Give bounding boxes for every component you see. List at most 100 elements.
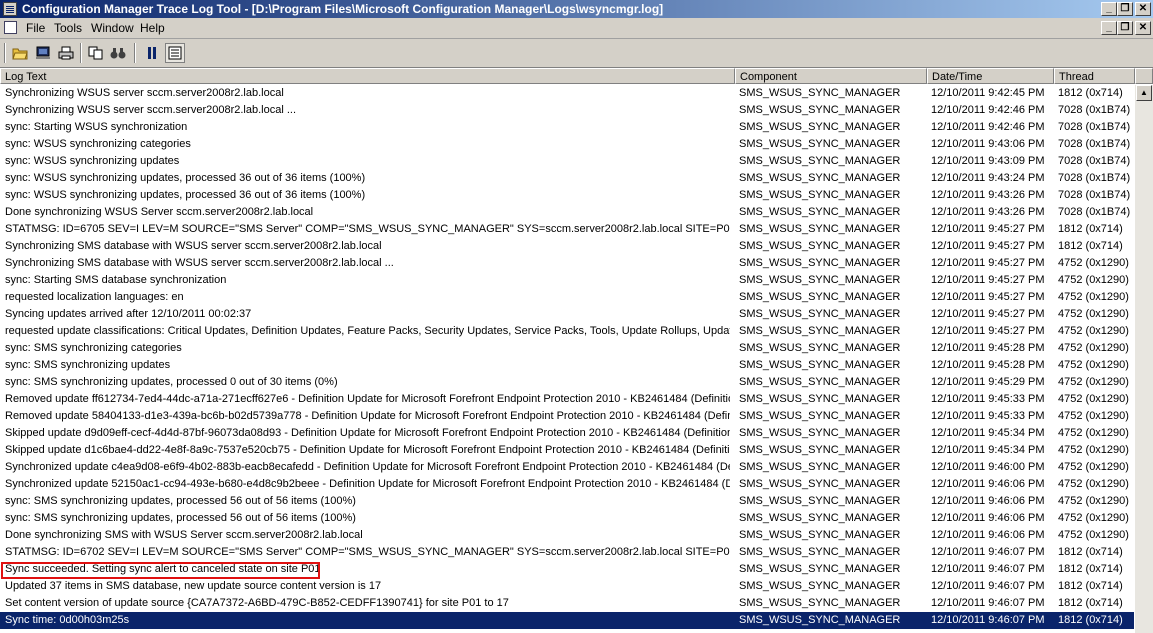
datetime-cell: 12/10/2011 9:46:07 PM (931, 546, 1045, 558)
log-row[interactable]: Skipped update d9d09eff-cecf-4d4d-87bf-9… (0, 425, 1134, 442)
toolbar-separator (134, 43, 136, 63)
component-cell: SMS_WSUS_SYNC_MANAGER (739, 240, 901, 252)
column-header-thread[interactable]: Thread (1054, 68, 1135, 84)
log-row[interactable]: sync: SMS synchronizing updates SMS_WSUS_… (0, 357, 1134, 374)
log-row[interactable]: Done synchronizing SMS with WSUS Server … (0, 527, 1134, 544)
log-row[interactable]: sync: Starting SMS database synchronizat… (0, 272, 1134, 289)
log-list[interactable]: Log Text Component Date/Time Thread Sync… (0, 68, 1153, 633)
component-cell: SMS_WSUS_SYNC_MANAGER (739, 172, 901, 184)
thread-cell: 1812 (0x714) (1058, 223, 1123, 235)
log-text-cell: Removed update ff612734-7ed4-44dc-a71a-2… (5, 393, 730, 405)
log-row[interactable]: STATMSG: ID=6705 SEV=I LEV=M SOURCE="SMS… (0, 221, 1134, 238)
thread-cell: 7028 (0x1B74) (1058, 155, 1131, 167)
thread-cell: 7028 (0x1B74) (1058, 121, 1131, 133)
log-row[interactable]: sync: WSUS synchronizing updates, proces… (0, 170, 1134, 187)
window-title: Configuration Manager Trace Log Tool - [… (22, 2, 664, 16)
find-icon[interactable] (108, 43, 128, 63)
component-cell: SMS_WSUS_SYNC_MANAGER (739, 597, 901, 609)
log-row[interactable]: sync: Starting WSUS synchronization SMS_W… (0, 119, 1134, 136)
component-cell: SMS_WSUS_SYNC_MANAGER (739, 223, 901, 235)
log-row[interactable]: STATMSG: ID=6702 SEV=I LEV=M SOURCE="SMS… (0, 544, 1134, 561)
log-text-cell: sync: WSUS synchronizing updates (5, 155, 180, 167)
open-folder-icon[interactable] (10, 43, 30, 63)
print-icon[interactable] (56, 43, 76, 63)
log-row[interactable]: requested update classifications: Critic… (0, 323, 1134, 340)
log-row[interactable]: sync: SMS synchronizing updates, process… (0, 510, 1134, 527)
log-row[interactable]: Sync time: 0d00h03m25s SMS_WSUS_SYNC_MANA… (0, 612, 1134, 629)
datetime-cell: 12/10/2011 9:45:27 PM (931, 223, 1045, 235)
log-row[interactable]: Syncing updates arrived after 12/10/2011… (0, 306, 1134, 323)
log-row[interactable]: sync: SMS synchronizing updates, process… (0, 374, 1134, 391)
log-text-cell: sync: WSUS synchronizing updates, proces… (5, 172, 366, 184)
datetime-cell: 12/10/2011 9:46:00 PM (931, 461, 1045, 473)
log-row[interactable]: Synchronized update 52150ac1-cc94-493e-b… (0, 476, 1134, 493)
log-text-cell: Synchronizing WSUS server sccm.server200… (5, 104, 296, 116)
datetime-cell: 12/10/2011 9:45:27 PM (931, 240, 1045, 252)
component-cell: SMS_WSUS_SYNC_MANAGER (739, 512, 901, 524)
log-row[interactable]: Synchronizing SMS database with WSUS ser… (0, 238, 1134, 255)
menu-file[interactable]: File (26, 21, 45, 35)
component-cell: SMS_WSUS_SYNC_MANAGER (739, 376, 901, 388)
log-row[interactable]: Synchronizing WSUS server sccm.server200… (0, 85, 1134, 102)
error-lookup-icon[interactable] (165, 43, 185, 63)
vertical-scrollbar[interactable]: ▲ (1135, 85, 1153, 633)
log-row[interactable]: sync: WSUS synchronizing categories SMS_W… (0, 136, 1134, 153)
log-row[interactable]: sync: WSUS synchronizing updates SMS_WSUS… (0, 153, 1134, 170)
thread-cell: 4752 (0x1290) (1058, 257, 1129, 269)
menu-help[interactable]: Help (140, 21, 165, 35)
log-row[interactable]: Removed update 58404133-d1e3-439a-bc6b-b… (0, 408, 1134, 425)
thread-cell: 1812 (0x714) (1058, 614, 1123, 626)
column-header-filler (1135, 68, 1153, 84)
mdi-minimize-button[interactable]: _ (1101, 21, 1117, 35)
open-remote-icon[interactable] (33, 43, 53, 63)
log-text-cell: requested update classifications: Critic… (5, 325, 730, 337)
component-cell: SMS_WSUS_SYNC_MANAGER (739, 461, 901, 473)
log-row[interactable]: Synchronized update c4ea9d08-e6f9-4b02-8… (0, 459, 1134, 476)
log-row[interactable]: Synchronizing SMS database with WSUS ser… (0, 255, 1134, 272)
thread-cell: 7028 (0x1B74) (1058, 206, 1131, 218)
document-icon[interactable] (4, 21, 17, 34)
menu-tools[interactable]: Tools (54, 21, 82, 35)
log-row[interactable]: Updated 37 items in SMS database, new up… (0, 578, 1134, 595)
scroll-up-button[interactable]: ▲ (1136, 85, 1152, 101)
minimize-button[interactable]: _ (1101, 2, 1117, 16)
title-bar[interactable]: Configuration Manager Trace Log Tool - [… (0, 0, 1153, 18)
log-row[interactable]: sync: SMS synchronizing categories SMS_WS… (0, 340, 1134, 357)
log-row[interactable]: requested localization languages: en SMS_… (0, 289, 1134, 306)
thread-cell: 4752 (0x1290) (1058, 359, 1129, 371)
mdi-close-button[interactable]: ✕ (1135, 21, 1151, 35)
log-row[interactable]: Removed update ff612734-7ed4-44dc-a71a-2… (0, 391, 1134, 408)
datetime-cell: 12/10/2011 9:43:06 PM (931, 138, 1045, 150)
component-cell: SMS_WSUS_SYNC_MANAGER (739, 274, 901, 286)
log-row[interactable]: Sync succeeded. Setting sync alert to ca… (0, 561, 1134, 578)
log-row[interactable]: sync: WSUS synchronizing updates, proces… (0, 187, 1134, 204)
menu-window[interactable]: Window (91, 21, 134, 35)
column-header-log-text[interactable]: Log Text (0, 68, 735, 84)
log-row[interactable]: Done synchronizing WSUS Server sccm.serv… (0, 204, 1134, 221)
datetime-cell: 12/10/2011 9:45:33 PM (931, 393, 1045, 405)
toolbar-grip (4, 43, 6, 63)
component-cell: SMS_WSUS_SYNC_MANAGER (739, 291, 901, 303)
log-text-cell: sync: WSUS synchronizing categories (5, 138, 191, 150)
toolbar (0, 39, 1153, 68)
column-header-datetime[interactable]: Date/Time (927, 68, 1054, 84)
log-row[interactable]: sync: SMS synchronizing updates, process… (0, 493, 1134, 510)
datetime-cell: 12/10/2011 9:45:28 PM (931, 342, 1045, 354)
log-row[interactable]: Synchronizing WSUS server sccm.server200… (0, 102, 1134, 119)
component-cell: SMS_WSUS_SYNC_MANAGER (739, 104, 901, 116)
pause-icon[interactable] (142, 43, 162, 63)
component-cell: SMS_WSUS_SYNC_MANAGER (739, 410, 901, 422)
close-button[interactable]: ✕ (1135, 2, 1151, 16)
log-text-cell: Synchronizing WSUS server sccm.server200… (5, 87, 284, 99)
log-row[interactable]: Skipped update d1c6bae4-dd22-4e8f-8a9c-7… (0, 442, 1134, 459)
log-text-cell: sync: Starting SMS database synchronizat… (5, 274, 227, 286)
column-header-component[interactable]: Component (735, 68, 927, 84)
component-cell: SMS_WSUS_SYNC_MANAGER (739, 359, 901, 371)
app-icon[interactable] (3, 2, 17, 16)
copy-icon[interactable] (86, 43, 106, 63)
restore-button[interactable]: ❐ (1117, 2, 1133, 16)
mdi-restore-button[interactable]: ❐ (1117, 21, 1133, 35)
log-text-cell: Synchronizing SMS database with WSUS ser… (5, 257, 394, 269)
log-text-cell: Done synchronizing SMS with WSUS Server … (5, 529, 363, 541)
log-row[interactable]: Set content version of update source {CA… (0, 595, 1134, 612)
